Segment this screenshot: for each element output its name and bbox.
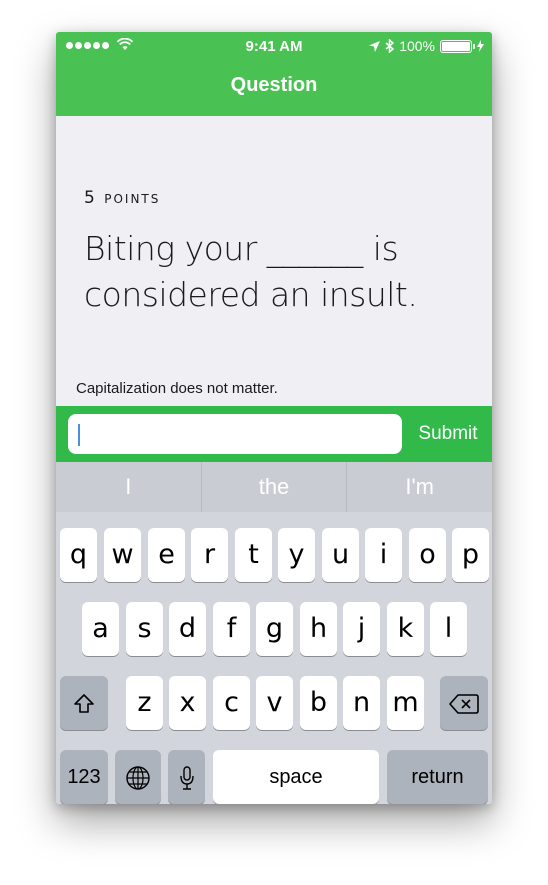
phone-screen: 9:41 AM 100% Question 5 points Biting yo… — [56, 32, 492, 804]
microphone-icon — [179, 765, 194, 790]
key-f[interactable]: f — [213, 602, 250, 656]
key-w[interactable]: w — [104, 528, 141, 582]
globe-key[interactable] — [115, 750, 161, 804]
key-k[interactable]: k — [387, 602, 424, 656]
bluetooth-icon — [385, 39, 395, 53]
status-bar: 9:41 AM 100% — [56, 32, 492, 60]
location-arrow-icon — [369, 40, 381, 52]
suggestion-item[interactable]: the — [202, 462, 348, 512]
return-key[interactable]: return — [387, 750, 488, 804]
battery-icon — [440, 39, 475, 53]
key-c[interactable]: c — [213, 676, 250, 730]
answer-input[interactable] — [68, 414, 402, 454]
key-v[interactable]: v — [256, 676, 293, 730]
keyboard: I the I'm q w e r t y u i o p a s d f g … — [56, 462, 492, 804]
key-x[interactable]: x — [169, 676, 206, 730]
delete-icon — [449, 693, 479, 714]
key-z[interactable]: z — [126, 676, 163, 730]
text-caret — [78, 424, 80, 446]
points-label: 5 points — [84, 188, 161, 208]
key-j[interactable]: j — [343, 602, 380, 656]
key-y[interactable]: y — [278, 528, 315, 582]
key-o[interactable]: o — [409, 528, 446, 582]
shift-key[interactable] — [60, 676, 108, 730]
battery-percent: 100% — [399, 38, 435, 54]
key-p[interactable]: p — [452, 528, 489, 582]
page-title: Question — [230, 74, 318, 96]
key-g[interactable]: g — [256, 602, 293, 656]
globe-icon — [126, 765, 150, 790]
space-key[interactable]: space — [213, 750, 379, 804]
key-s[interactable]: s — [126, 602, 163, 656]
suggestion-item[interactable]: I'm — [347, 462, 492, 512]
question-content: 5 points Biting your ______ is considere… — [56, 116, 492, 406]
key-h[interactable]: h — [300, 602, 337, 656]
microphone-key[interactable] — [168, 750, 205, 804]
key-u[interactable]: u — [322, 528, 359, 582]
answer-bar: Submit — [56, 406, 492, 462]
key-m[interactable]: m — [387, 676, 424, 730]
header: 9:41 AM 100% Question — [56, 32, 492, 116]
key-r[interactable]: r — [191, 528, 228, 582]
key-l[interactable]: l — [430, 602, 467, 656]
numbers-key[interactable]: 123 — [60, 750, 108, 804]
hint-text: Capitalization does not matter. — [76, 380, 278, 397]
delete-key[interactable] — [440, 676, 488, 730]
key-d[interactable]: d — [169, 602, 206, 656]
key-b[interactable]: b — [300, 676, 337, 730]
key-q[interactable]: q — [60, 528, 97, 582]
key-e[interactable]: e — [148, 528, 185, 582]
status-right: 100% — [369, 38, 484, 54]
key-n[interactable]: n — [343, 676, 380, 730]
suggestion-bar: I the I'm — [56, 462, 492, 512]
suggestion-item[interactable]: I — [56, 462, 202, 512]
key-i[interactable]: i — [365, 528, 402, 582]
submit-button[interactable]: Submit — [408, 414, 488, 454]
charging-bolt-icon — [477, 40, 484, 52]
question-text: Biting your ______ is considered an insu… — [84, 229, 418, 314]
key-t[interactable]: t — [235, 528, 272, 582]
key-a[interactable]: a — [82, 602, 119, 656]
shift-icon — [74, 693, 94, 713]
